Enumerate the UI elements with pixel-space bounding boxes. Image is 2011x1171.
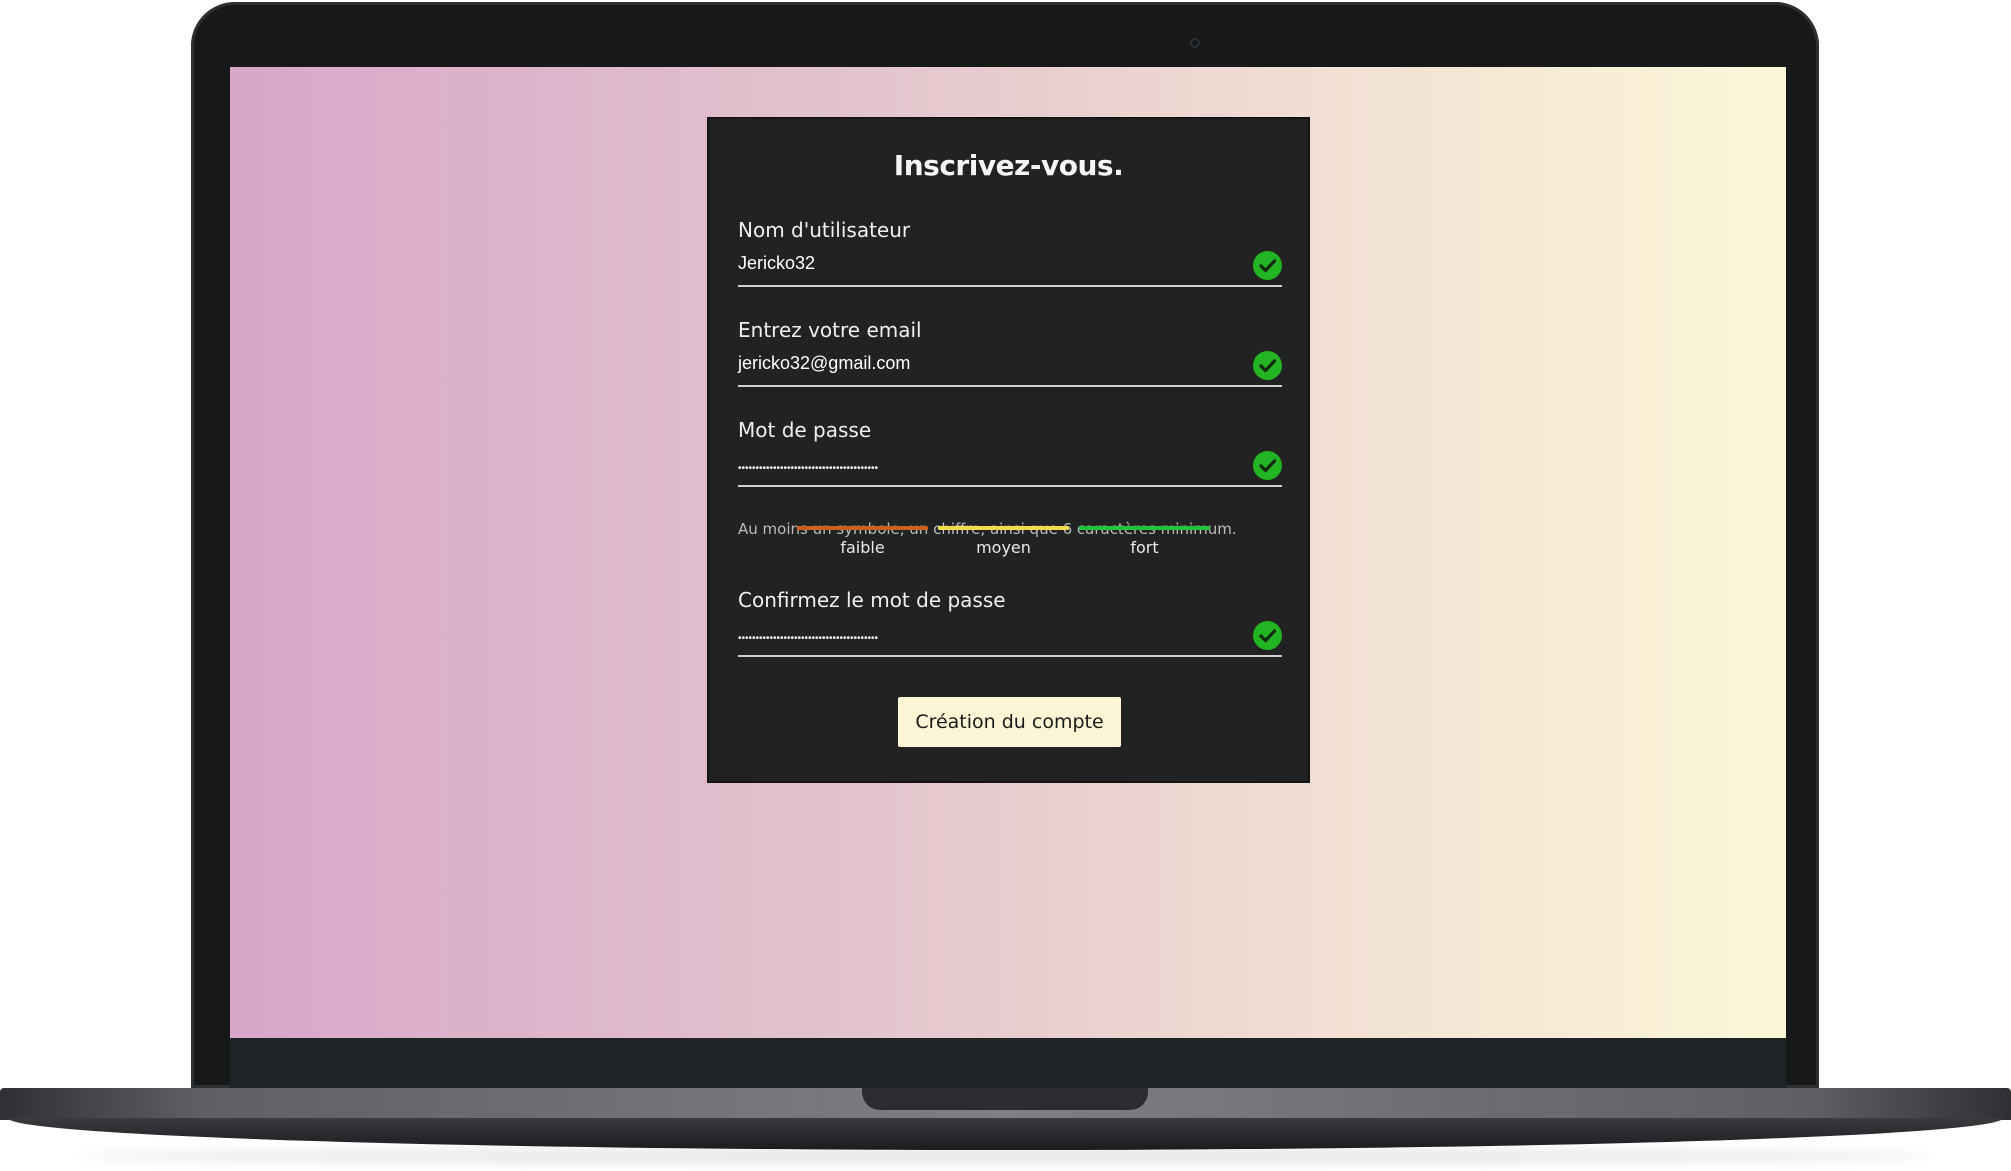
strength-bar-strong (1079, 526, 1210, 530)
laptop-chin (230, 1038, 1786, 1088)
strength-label-weak: faible (840, 538, 885, 557)
confirm-password-value: •••••••••••••••••••••••••••••••••••••••• (738, 633, 879, 644)
strength-bar-medium (938, 526, 1069, 530)
valid-check-icon (1253, 621, 1282, 650)
strength-label-medium: moyen (976, 538, 1031, 557)
screen: Inscrivez-vous. Nom d'utilisateur Jerick… (230, 67, 1786, 1038)
username-label: Nom d'utilisateur (738, 218, 911, 242)
create-account-button[interactable]: Création du compte (898, 697, 1121, 747)
confirm-password-input[interactable]: •••••••••••••••••••••••••••••••••••••••• (738, 621, 1282, 657)
strength-weak: faible (797, 526, 928, 557)
email-value: jericko32@gmail.com (738, 353, 911, 373)
username-input[interactable]: Jericko32 (738, 251, 1282, 287)
username-value: Jericko32 (738, 253, 816, 273)
confirm-password-field: Confirmez le mot de passe ••••••••••••••… (738, 587, 1282, 657)
email-label: Entrez votre email (738, 318, 922, 342)
laptop-base-bottom (8, 1118, 2003, 1150)
username-field: Nom d'utilisateur Jericko32 (738, 217, 1282, 287)
strength-strong: fort (1079, 526, 1210, 557)
valid-check-icon (1253, 251, 1282, 280)
confirm-password-label: Confirmez le mot de passe (738, 588, 1006, 612)
laptop-shadow (80, 1150, 1931, 1162)
password-input[interactable]: •••••••••••••••••••••••••••••••••••••••• (738, 451, 1282, 487)
password-label: Mot de passe (738, 418, 872, 442)
camera-icon (1190, 38, 1200, 48)
email-field: Entrez votre email jericko32@gmail.com (738, 317, 1282, 387)
valid-check-icon (1253, 351, 1282, 380)
laptop-mockup: Inscrivez-vous. Nom d'utilisateur Jerick… (0, 0, 2011, 1171)
strength-label-strong: fort (1130, 538, 1159, 557)
password-value: •••••••••••••••••••••••••••••••••••••••• (738, 463, 879, 474)
form-title: Inscrivez-vous. (893, 149, 1124, 182)
strength-medium: moyen (938, 526, 1069, 557)
strength-bar-weak (797, 526, 928, 530)
signup-form: Inscrivez-vous. Nom d'utilisateur Jerick… (707, 117, 1310, 783)
email-input[interactable]: jericko32@gmail.com (738, 351, 1282, 387)
laptop-opening-notch (862, 1088, 1148, 1110)
password-field: Mot de passe •••••••••••••••••••••••••••… (738, 417, 1282, 487)
valid-check-icon (1253, 451, 1282, 480)
